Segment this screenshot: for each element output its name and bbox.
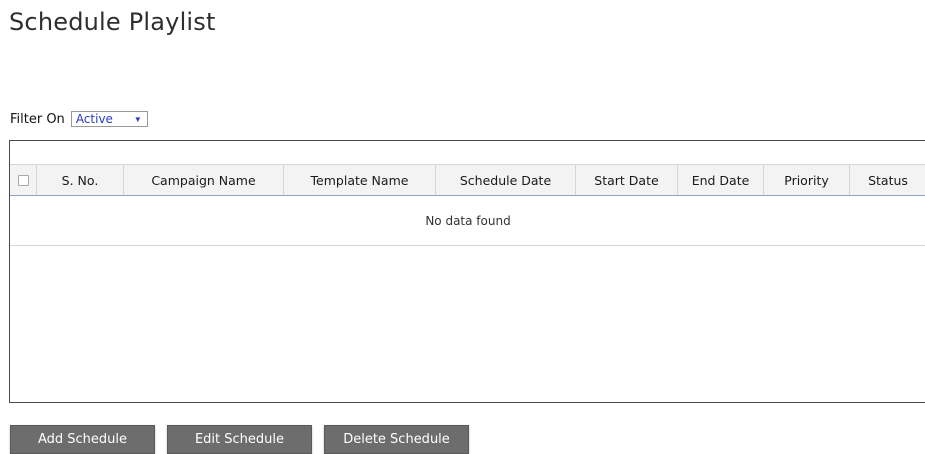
delete-schedule-button[interactable]: Delete Schedule <box>324 425 469 454</box>
column-header-start-date[interactable]: Start Date <box>576 165 678 195</box>
page-title: Schedule Playlist <box>9 8 216 36</box>
column-header-status[interactable]: Status <box>850 165 925 195</box>
column-header-template-name[interactable]: Template Name <box>284 165 436 195</box>
filter-status-select[interactable]: Active ▼ <box>70 111 148 127</box>
filter-selected-value: Active <box>75 112 113 126</box>
schedule-playlist-page: Schedule Playlist Filter On Active ▼ S. … <box>0 0 925 454</box>
filter-label: Filter On <box>10 111 65 127</box>
select-all-checkbox[interactable] <box>17 174 29 186</box>
add-schedule-button[interactable]: Add Schedule <box>10 425 155 454</box>
select-all-header <box>10 165 37 195</box>
column-header-campaign-name[interactable]: Campaign Name <box>124 165 284 195</box>
filter-row: Filter On Active ▼ <box>10 111 148 127</box>
column-header-priority[interactable]: Priority <box>764 165 850 195</box>
table-header-row: S. No. Campaign Name Template Name Sched… <box>10 164 925 196</box>
dropdown-triangle-icon: ▼ <box>133 114 142 124</box>
empty-table-message: No data found <box>10 196 925 246</box>
action-buttons: Add Schedule Edit Schedule Delete Schedu… <box>10 425 481 454</box>
column-header-schedule-date[interactable]: Schedule Date <box>436 165 576 195</box>
schedule-table: S. No. Campaign Name Template Name Sched… <box>9 140 925 403</box>
column-header-sno[interactable]: S. No. <box>37 165 124 195</box>
column-header-end-date[interactable]: End Date <box>678 165 764 195</box>
edit-schedule-button[interactable]: Edit Schedule <box>167 425 312 454</box>
